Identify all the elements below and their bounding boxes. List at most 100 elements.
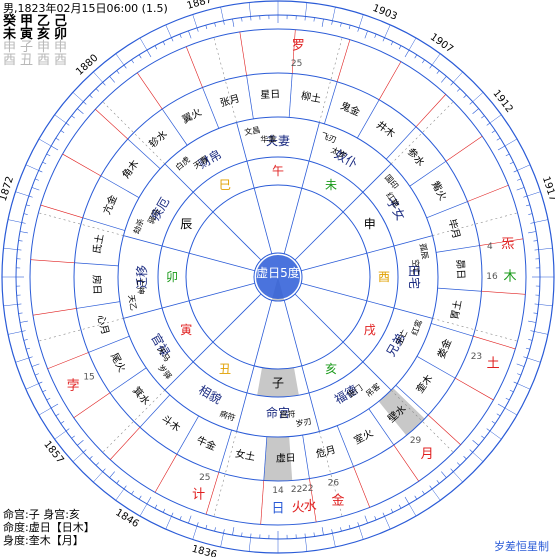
mansion-tick — [445, 136, 483, 162]
mansion-divider — [100, 175, 140, 198]
branch-label: 酉 — [378, 270, 390, 284]
planet-degree: 15 — [83, 372, 94, 382]
mansion-tick — [154, 454, 178, 493]
mansion-label: 奎木 — [413, 372, 435, 396]
year-cell-divider — [527, 357, 541, 363]
degree-tick — [31, 187, 40, 191]
degree-tick — [517, 373, 522, 376]
year-cell-divider — [538, 304, 553, 307]
mansion-divider — [82, 217, 125, 231]
year-cell-divider — [538, 247, 553, 250]
mansion-tick — [40, 204, 83, 219]
degree-tick — [533, 312, 538, 314]
degree-tick — [55, 413, 60, 417]
degree-tick — [429, 485, 433, 490]
degree-tick — [472, 108, 479, 114]
degree-tick — [517, 178, 522, 181]
degree-tick — [398, 504, 402, 509]
palace-divider — [164, 293, 262, 391]
mansion-divider — [76, 301, 120, 309]
degree-tick — [34, 178, 39, 181]
degree-tick — [364, 515, 368, 524]
palace-divider — [164, 163, 262, 261]
planet-label: 土 — [487, 356, 500, 371]
mansion-divider — [218, 430, 232, 473]
mansion-label: 觜火 — [429, 179, 450, 203]
degree-tick — [23, 339, 28, 341]
planet-label: 金 — [332, 493, 345, 509]
planet-degree: 14 — [272, 486, 284, 496]
star-label: 天乙 — [126, 294, 138, 311]
mansion-label: 参水 — [405, 145, 428, 169]
degree-tick — [429, 64, 433, 69]
mansion-label: 昴日 — [454, 259, 467, 279]
degree-tick — [19, 231, 28, 234]
degree-tick — [77, 108, 84, 114]
degree-tick — [171, 512, 174, 517]
mansion-label: 虚日 — [275, 452, 295, 465]
degree-tick — [472, 440, 479, 446]
degree-tick — [26, 204, 31, 207]
degree-tick — [523, 195, 528, 198]
degree-tick — [38, 170, 43, 173]
mansion-label: 轸水 — [146, 127, 170, 150]
degree-tick — [374, 33, 377, 38]
year-cell-divider — [25, 383, 39, 390]
degree-tick — [60, 130, 65, 133]
degree-tick — [357, 522, 360, 527]
degree-tick — [441, 471, 447, 478]
degree-tick — [116, 70, 120, 74]
degree-tick — [528, 320, 537, 323]
mansion-tick — [415, 94, 446, 127]
mansion-divider — [336, 425, 354, 467]
planet-label: 罗 — [292, 38, 305, 53]
degree-tick — [509, 161, 514, 165]
year-cell-divider — [220, 6, 224, 21]
mansion-divider — [246, 75, 254, 119]
planet-degree: 29 — [410, 436, 422, 446]
mansion-divider — [176, 415, 199, 455]
planet-label: 孛 — [67, 377, 80, 393]
year-cell-divider — [358, 526, 364, 540]
planet-degree: 23 — [471, 352, 482, 362]
degree-tick — [179, 33, 182, 38]
year-cell-divider — [332, 533, 336, 548]
degree-tick — [513, 381, 518, 384]
mansion-label: 斗木 — [159, 413, 182, 434]
year-cell-divider — [7, 331, 22, 335]
degree-tick — [441, 76, 447, 83]
year-cell-divider — [165, 24, 172, 38]
palace-divider — [294, 293, 392, 391]
degree-tick — [340, 527, 342, 532]
mansion-tick — [239, 31, 247, 76]
degree-tick — [138, 54, 142, 59]
year-cell-divider — [305, 2, 308, 17]
degree-tick — [450, 468, 454, 472]
star-label: 亡神 — [135, 278, 146, 295]
mansion-divider — [288, 73, 293, 118]
year-cell-divider — [453, 471, 463, 483]
degree-tick — [50, 145, 59, 151]
degree-tick — [390, 508, 394, 513]
degree-tick — [138, 495, 142, 500]
year-cell-divider — [489, 430, 502, 440]
year-cell-divider — [72, 92, 84, 102]
year-cell-divider — [358, 14, 364, 28]
mansion-label: 毕月 — [446, 217, 464, 240]
year-cell-divider — [472, 92, 484, 102]
mansion-tick — [32, 308, 77, 316]
degree-tick — [331, 529, 333, 534]
degree-tick — [348, 524, 351, 529]
year-cell-divider — [192, 14, 198, 28]
planet-label: 火 — [292, 501, 305, 516]
degree-tick — [496, 137, 501, 141]
degree-tick — [38, 381, 43, 384]
mansion-label: 房日 — [90, 274, 104, 295]
degree-tick — [89, 456, 93, 460]
degree-tick — [481, 435, 485, 439]
mansion-label: 角木 — [120, 158, 141, 181]
degree-tick — [196, 522, 199, 527]
mansion-label: 鬼金 — [339, 99, 363, 119]
degree-tick — [528, 213, 533, 215]
degree-tick — [436, 70, 440, 74]
